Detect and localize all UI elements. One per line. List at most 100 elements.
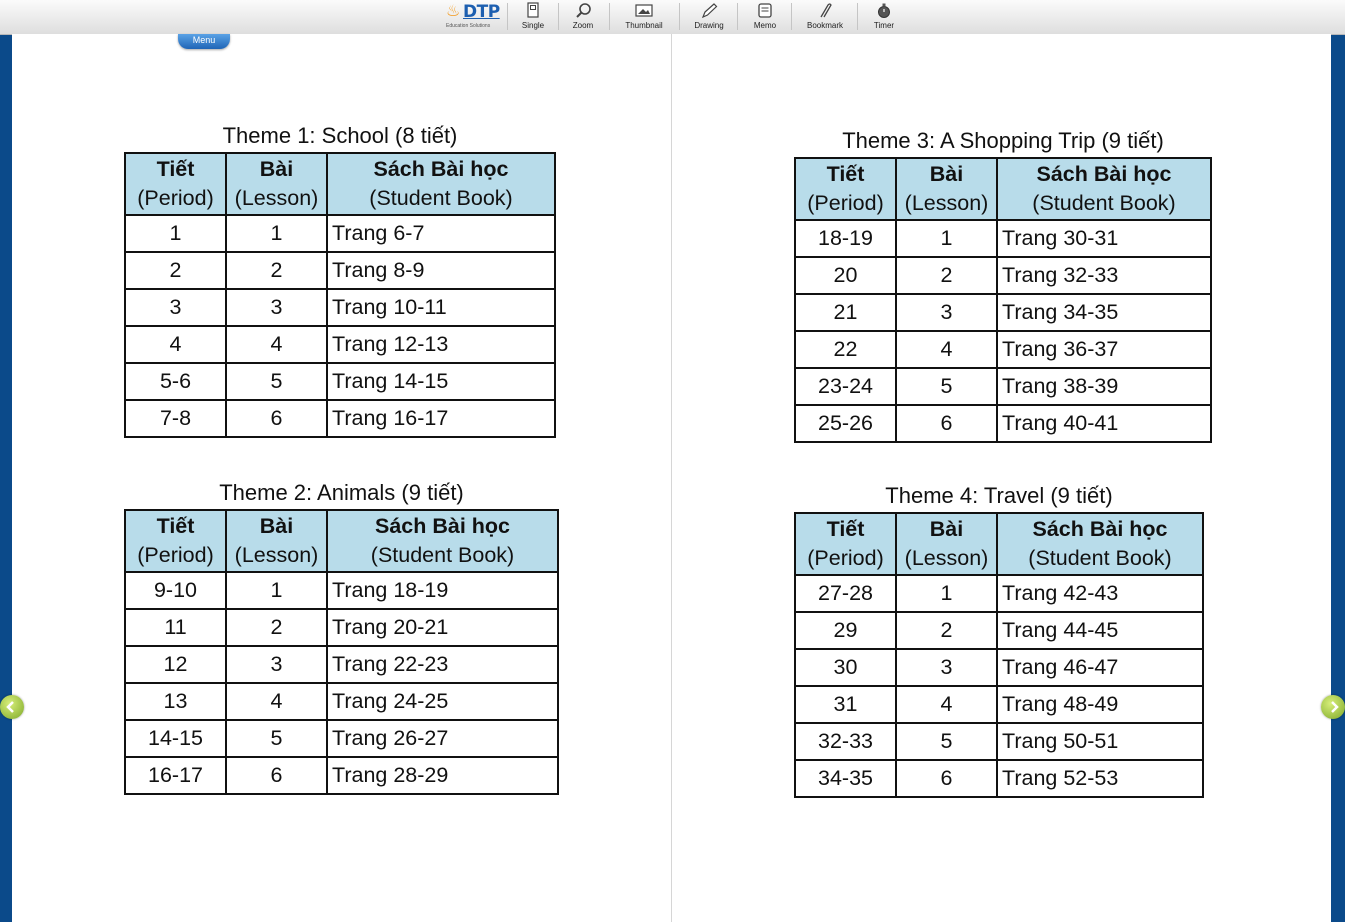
lesson-cell: 4 [225, 682, 328, 721]
table-row: 13 4 Trang 24-25 [124, 682, 559, 721]
lesson-cell: 5 [895, 367, 998, 406]
memo-label: Memo [753, 21, 777, 30]
toolbar: ♨ DTP Education Solutions Single Zoom Th… [0, 0, 1345, 35]
table-row: 12 3 Trang 22-23 [124, 645, 559, 684]
book-cell: Trang 14-15 [326, 362, 556, 401]
book-cell: Trang 26-27 [326, 719, 559, 758]
theme-title: Theme 1: School (8 tiết) [222, 123, 458, 148]
single-label: Single [521, 21, 545, 30]
period-cell: 29 [794, 611, 897, 650]
lesson-cell: 2 [225, 251, 328, 290]
menu-button[interactable]: Menu [178, 34, 230, 49]
single-button[interactable]: Single [514, 0, 552, 34]
lesson-cell: 5 [895, 722, 998, 761]
memo-icon [758, 3, 772, 18]
thumbnail-button[interactable]: Thumbnail [618, 0, 670, 34]
period-cell: 31 [794, 685, 897, 724]
table-row: 4 4 Trang 12-13 [124, 325, 556, 364]
theme-3: Theme 3: A Shopping Trip (9 tiết) Tiết (P… [794, 127, 1212, 443]
period-cell: 25-26 [794, 404, 897, 443]
book-cell: Trang 22-23 [326, 645, 559, 684]
period-cell: 21 [794, 293, 897, 332]
bookmark-icon [820, 3, 832, 18]
chevron-right-icon [1331, 701, 1339, 713]
period-cell: 30 [794, 648, 897, 687]
lesson-cell: 5 [225, 362, 328, 401]
lesson-header: Bài (Lesson) [895, 157, 998, 221]
bookmark-button[interactable]: Bookmark [800, 0, 850, 34]
period-cell: 7-8 [124, 399, 227, 438]
memo-button[interactable]: Memo [746, 0, 784, 34]
lesson-cell: 6 [895, 404, 998, 443]
book-cell: Trang 44-45 [996, 611, 1204, 650]
period-cell: 11 [124, 608, 227, 647]
book-cell: Trang 32-33 [996, 256, 1212, 295]
table-row: 30 3 Trang 46-47 [794, 648, 1204, 687]
drawing-label: Drawing [694, 21, 724, 30]
drawing-button[interactable]: Drawing [688, 0, 730, 34]
period-cell: 9-10 [124, 571, 227, 610]
lesson-cell: 4 [895, 330, 998, 369]
lesson-cell: 3 [225, 288, 328, 327]
lesson-cell: 4 [225, 325, 328, 364]
table-row: 5-6 5 Trang 14-15 [124, 362, 556, 401]
table-row: 29 2 Trang 44-45 [794, 611, 1204, 650]
table-row: 31 4 Trang 48-49 [794, 685, 1204, 724]
toolbar-divider [558, 3, 559, 30]
next-page-button[interactable] [1321, 695, 1345, 719]
table-row: 14-15 5 Trang 26-27 [124, 719, 559, 758]
table-row: 18-19 1 Trang 30-31 [794, 219, 1212, 258]
toolbar-divider [737, 3, 738, 30]
lesson-table: Tiết (Period) Bài (Lesson) Sách Bài học (St… [794, 157, 1212, 443]
book-cell: Trang 8-9 [326, 251, 556, 290]
book-cell: Trang 18-19 [326, 571, 559, 610]
timer-label: Timer [873, 21, 895, 30]
toolbar-divider [679, 3, 680, 30]
book-cell: Trang 52-53 [996, 759, 1204, 798]
table-row: 25-26 6 Trang 40-41 [794, 404, 1212, 443]
period-cell: 12 [124, 645, 227, 684]
lesson-cell: 1 [895, 574, 998, 613]
lesson-cell: 1 [225, 571, 328, 610]
single-page-icon [527, 2, 539, 18]
lesson-cell: 6 [225, 756, 328, 795]
book-cell: Trang 40-41 [996, 404, 1212, 443]
period-cell: 20 [794, 256, 897, 295]
table-header-row: Tiết (Period) Bài (Lesson) Sách Bài học (St… [124, 152, 556, 216]
table-header-row: Tiết (Period) Bài (Lesson) Sách Bài học (St… [124, 509, 559, 573]
theme-title: Theme 4: Travel (9 tiết) [885, 483, 1113, 508]
period-cell: 16-17 [124, 756, 227, 795]
toolbar-divider [791, 3, 792, 30]
logo-text: DTP [463, 2, 500, 22]
table-row: 23-24 5 Trang 38-39 [794, 367, 1212, 406]
zoom-icon [576, 3, 591, 18]
logo-mark-icon: ♨ [446, 1, 461, 20]
zoom-button[interactable]: Zoom [564, 0, 602, 34]
book-cell: Trang 48-49 [996, 685, 1204, 724]
theme-title: Theme 2: Animals (9 tiết) [219, 480, 464, 505]
period-cell: 27-28 [794, 574, 897, 613]
table-row: 7-8 6 Trang 16-17 [124, 399, 556, 438]
previous-page-button[interactable] [0, 695, 24, 719]
lesson-cell: 3 [225, 645, 328, 684]
table-row: 16-17 6 Trang 28-29 [124, 756, 559, 795]
lesson-cell: 6 [225, 399, 328, 438]
book-header: Sách Bài học (Student Book) [326, 152, 556, 216]
theme-2: Theme 2: Animals (9 tiết) Tiết (Period) B… [124, 479, 559, 795]
period-header: Tiết (Period) [124, 509, 227, 573]
period-cell: 23-24 [794, 367, 897, 406]
book-cell: Trang 12-13 [326, 325, 556, 364]
table-row: 11 2 Trang 20-21 [124, 608, 559, 647]
lesson-cell: 4 [895, 685, 998, 724]
theme-4: Theme 4: Travel (9 tiết) Tiết (Period) Bà… [794, 482, 1204, 798]
timer-button[interactable]: Timer [865, 0, 903, 34]
book-cell: Trang 20-21 [326, 608, 559, 647]
book-cell: Trang 34-35 [996, 293, 1212, 332]
lesson-cell: 1 [225, 214, 328, 253]
thumbnail-icon [635, 4, 653, 17]
lesson-table: Tiết (Period) Bài (Lesson) Sách Bài học (St… [124, 509, 559, 795]
toolbar-divider [507, 3, 508, 30]
theme-1: Theme 1: School (8 tiết) Tiết (Period) Bà… [124, 122, 556, 438]
period-header: Tiết (Period) [794, 157, 897, 221]
lesson-cell: 3 [895, 293, 998, 332]
